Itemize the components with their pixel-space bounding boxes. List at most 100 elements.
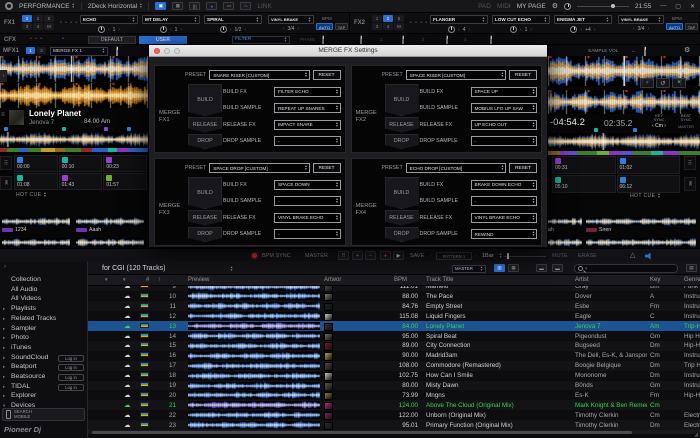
seq-save-button[interactable]: SAVE	[410, 253, 424, 259]
zoom-traffic-icon[interactable]	[174, 48, 180, 54]
param-next-icon[interactable]: ›	[118, 27, 120, 33]
preview-waveform[interactable]	[188, 411, 320, 419]
search-input[interactable]: ▾	[574, 264, 678, 273]
param-prev-icon[interactable]: ‹	[283, 26, 285, 32]
deck2-beat-sync-button[interactable]: BEAT SYNC MASTER	[674, 114, 698, 129]
reset-button[interactable]: RESET	[509, 163, 537, 173]
mfx-deck2-button[interactable]: 2	[37, 47, 46, 54]
horizontal-scrollbar[interactable]	[88, 430, 700, 434]
speaker-icon[interactable]	[645, 253, 653, 260]
deck-load-select[interactable]: MASTER ▲▼	[452, 265, 486, 273]
sidebar-item-related-tracks[interactable]: ▸Related Tracks	[0, 315, 88, 325]
mfx-preset-select[interactable]: MERGE FX 1 ▲▼	[50, 47, 108, 56]
drop-sample-select[interactable]: -▲▼	[274, 136, 341, 146]
fx-bank-button-4[interactable]: 4	[383, 23, 393, 30]
pattern-select[interactable]: PATTERN 1	[436, 252, 472, 260]
fx-param-knob[interactable]	[510, 26, 517, 33]
close-panel-icon[interactable]: ×	[672, 78, 686, 88]
sampler-pad-label[interactable]: Siren	[586, 227, 696, 233]
reset-button[interactable]: RESET	[313, 70, 341, 80]
seq-add-button[interactable]: +	[352, 251, 363, 260]
build-fx-select[interactable]: SPACE UP▲▼	[471, 87, 538, 97]
preset-select[interactable]: SPACE RISER [CUSTOM]▲▼	[406, 70, 506, 80]
seq-length-slider[interactable]	[504, 256, 546, 257]
fx-param-knob[interactable]	[98, 26, 105, 33]
preview-waveform[interactable]	[188, 302, 320, 310]
build-fx-select[interactable]: FILTER ECHO▲▼	[274, 87, 341, 97]
filter-funnel-icon[interactable]: ▼	[122, 277, 126, 282]
fx-bpm-tap-button[interactable]: TAP	[335, 23, 348, 30]
deck2-overview-waveform[interactable]	[548, 133, 700, 150]
table-row[interactable]: ☁1495.00Spiral BeatPigeondustGmHip Hop	[88, 331, 700, 341]
preview-waveform[interactable]	[188, 421, 320, 429]
deck1-beatjump-icon[interactable]: |‖|	[0, 176, 12, 190]
deck1-info-icon[interactable]: ≡	[1, 112, 5, 118]
col-artwork[interactable]: Artwor	[324, 277, 341, 283]
login-button[interactable]: Log in	[58, 355, 84, 362]
filter-funnel-icon[interactable]: ▼	[104, 277, 108, 282]
sidebar-collapse-icon[interactable]: ›	[4, 264, 6, 270]
preview-waveform[interactable]	[188, 312, 320, 320]
pad-button[interactable]: PAD	[478, 3, 491, 10]
preview-waveform[interactable]	[188, 332, 320, 340]
table-row[interactable]: ☁2395.01Primary Function (Original Mix)T…	[88, 420, 700, 430]
hot-cue-pad[interactable]: 00:00	[14, 155, 58, 172]
release-fx-select[interactable]: VINYL BRAKE ECHO▲▼	[471, 213, 538, 223]
rec-indicator-icon[interactable]: ●	[206, 2, 217, 10]
sidebar-item-photo[interactable]: ▸Photo	[0, 334, 88, 344]
sampler-pad-waveform[interactable]	[548, 238, 582, 247]
sidebar-item-explorer[interactable]: ▸Explorer	[0, 392, 88, 402]
dialog-title-bar[interactable]: MERGE FX Settings	[149, 45, 547, 57]
param-prev-icon[interactable]: ‹	[458, 27, 460, 33]
preview-waveform[interactable]	[188, 372, 320, 380]
fx-param-knob[interactable]	[160, 26, 167, 33]
hot-cue-pad[interactable]: 00:31	[552, 156, 616, 174]
param-prev-icon[interactable]: ‹	[230, 27, 232, 33]
fx-bank-button-1[interactable]: 1	[22, 15, 32, 22]
master-volume-knob[interactable]	[564, 3, 571, 10]
pattern-prev-icon[interactable]: ‹	[430, 253, 432, 259]
fx-bpm-tap-button[interactable]: TAP	[685, 23, 698, 30]
seq-record-button[interactable]: ●	[380, 251, 391, 260]
param-next-icon[interactable]: ›	[647, 26, 649, 32]
sampler-gear-icon[interactable]: ⚙	[684, 46, 690, 54]
sampler-pad-waveform[interactable]	[548, 217, 582, 226]
param-prev-icon[interactable]: ‹	[580, 27, 582, 33]
preview-waveform[interactable]	[188, 391, 320, 399]
table-row[interactable]: ☁12115.08Liquid FingersEagleCInstrument	[88, 311, 700, 321]
param-prev-icon[interactable]: ‹	[520, 27, 522, 33]
artwork-pane-icon[interactable]: ▬	[552, 264, 563, 272]
fx-slot-select[interactable]: FLANGER▲▼	[430, 15, 488, 24]
table-row[interactable]: ☁17108.00Commodore (Remastered)Boogie Be…	[88, 361, 700, 371]
preview-waveform[interactable]	[188, 342, 320, 350]
scrollbar-thumb[interactable]	[92, 431, 632, 434]
param-next-icon[interactable]: ›	[468, 27, 470, 33]
fx-param-knob[interactable]	[448, 26, 455, 33]
cfx-default-button[interactable]: DEFAULT	[88, 36, 136, 44]
fx-bpm-auto-button[interactable]: AUTO	[666, 23, 683, 30]
param-next-icon[interactable]: ›	[594, 27, 596, 33]
sidebar-item-tidal[interactable]: ▸TIDALLog in	[0, 383, 88, 393]
table-row[interactable]: ☁1384.00Lonely PlanetJenova 7AmTrip-Hop	[88, 321, 700, 331]
link-button[interactable]: LINK	[257, 3, 271, 10]
mute-button[interactable]: MUTE	[552, 253, 568, 259]
sort-arrow-icon[interactable]: ↑	[158, 277, 161, 283]
col-artist[interactable]: Artist	[575, 277, 589, 283]
two-pane-icon[interactable]: ▬	[536, 264, 547, 272]
volume-slider[interactable]	[577, 6, 629, 7]
erase-button[interactable]: ERASE	[578, 253, 597, 259]
hot-cue-pad[interactable]: 01:57	[103, 173, 147, 190]
hot-cue-pad[interactable]: 01:08	[14, 173, 58, 190]
preview-waveform[interactable]	[188, 292, 320, 300]
fx-slot-select[interactable]: ECHO▲▼	[80, 15, 138, 24]
deck-view-icon[interactable]: ▣	[155, 2, 166, 10]
tag-list-icon[interactable]: ▤	[686, 264, 697, 272]
hot-cue-pad[interactable]: 05:10	[552, 175, 616, 193]
minimize-button[interactable]: —	[660, 3, 666, 9]
sampler-pad-label[interactable]: 1234	[2, 227, 70, 233]
reset-button[interactable]: RESET	[509, 70, 537, 80]
deck1-expand-handle[interactable]: ›	[0, 70, 7, 82]
release-fx-select[interactable]: UP ECHO OUT▲▼	[471, 120, 538, 130]
sampler-pad-waveform[interactable]	[76, 238, 144, 247]
fx-bpm-auto-button[interactable]: AUTO	[316, 23, 333, 30]
